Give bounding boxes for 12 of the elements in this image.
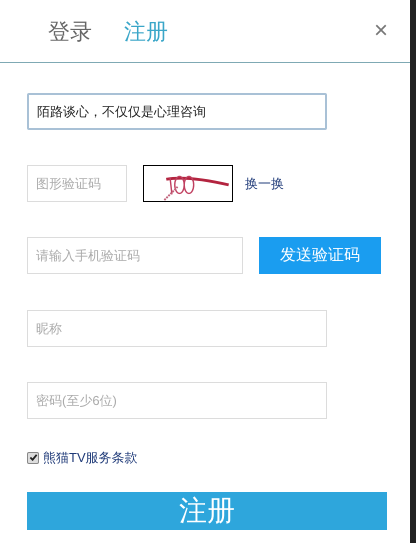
send-code-button[interactable]: 发送验证码 — [259, 237, 381, 274]
terms-link[interactable]: 熊猫TV服务条款 — [43, 448, 138, 468]
sms-code-field[interactable]: 请输入手机验证码 — [27, 237, 243, 274]
input-field[interactable]: 陌路谈心，不仅仅是心理咨询 — [27, 93, 327, 130]
check-icon — [28, 453, 38, 462]
close-button[interactable]: × — [374, 19, 388, 43]
captcha-field[interactable]: 图形验证码 — [27, 165, 127, 202]
tab[interactable]: 登录 — [48, 14, 92, 48]
refresh-link[interactable]: 换一换 — [245, 174, 284, 194]
nickname-field[interactable]: 昵称 — [27, 310, 327, 347]
password-field[interactable]: 密码(至少6位) — [27, 382, 327, 419]
checkbox[interactable] — [27, 452, 39, 464]
